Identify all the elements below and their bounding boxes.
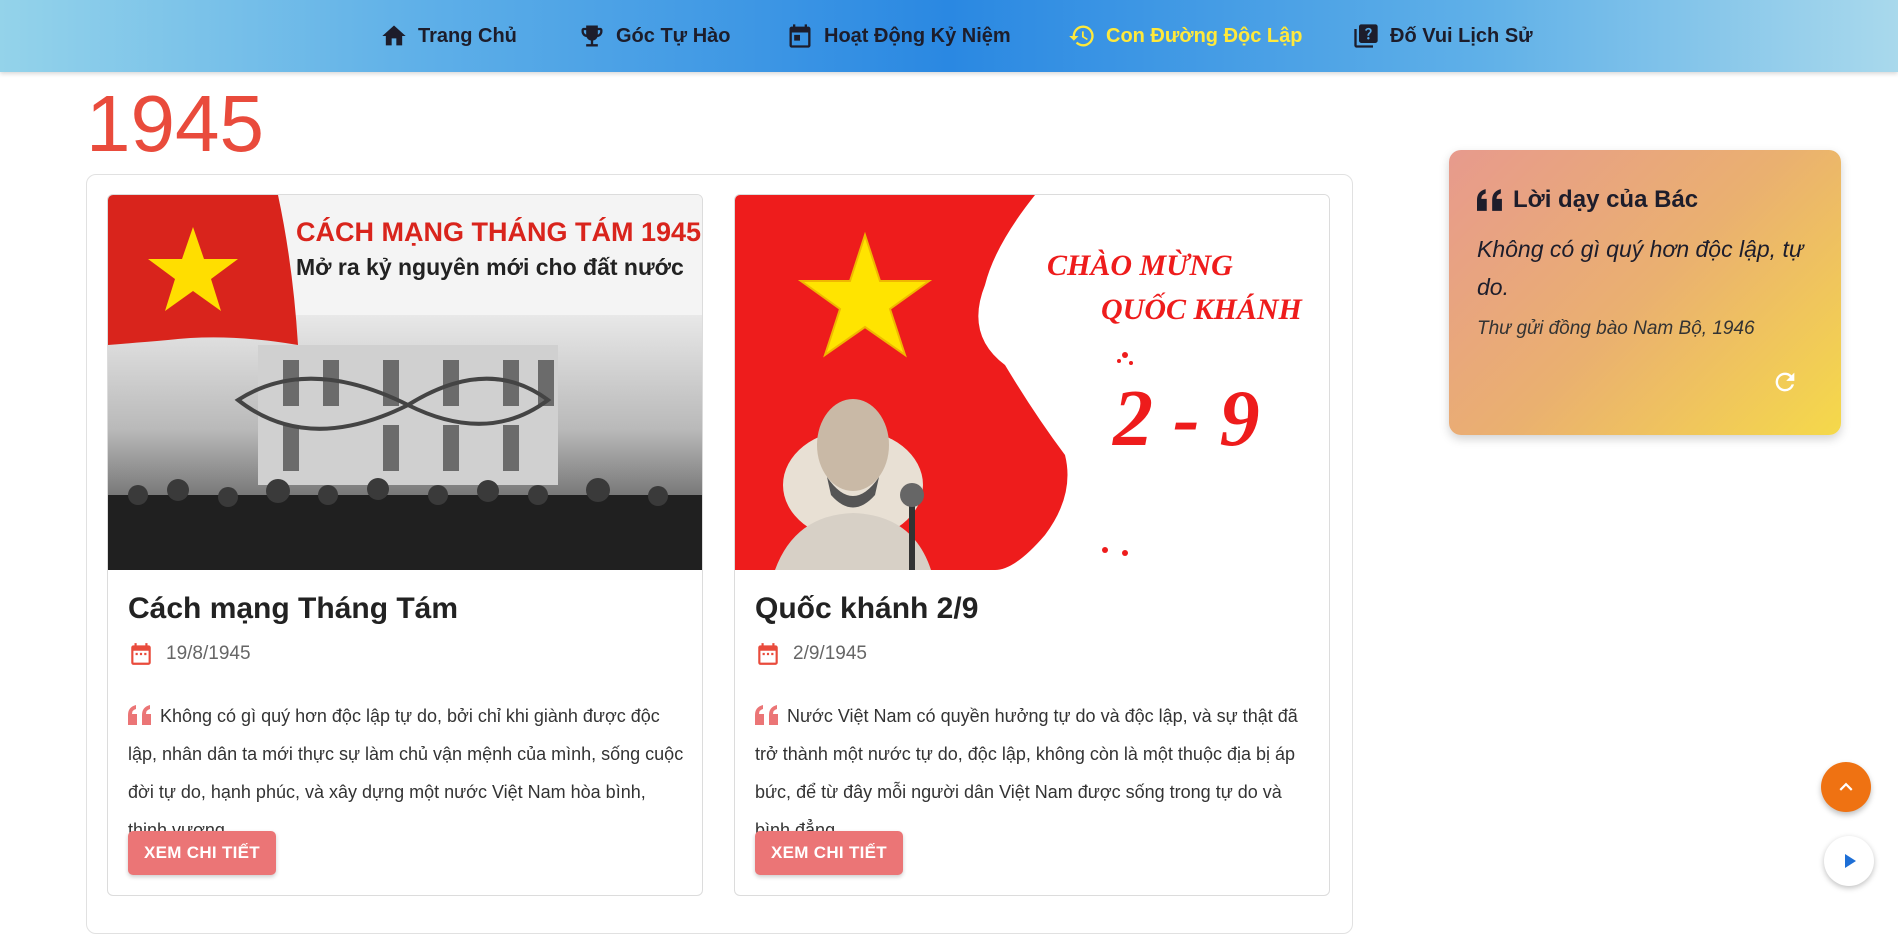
nav-item-goc-tu-hao[interactable]: Góc Tự Hào (578, 0, 731, 72)
calendar-icon (758, 643, 778, 665)
view-details-button[interactable]: XEM CHI TIẾT (128, 831, 276, 875)
view-details-button[interactable]: XEM CHI TIẾT (755, 831, 903, 875)
event-card: CHÀO MỪNG QUỐC KHÁNH 2 - 9 Quốc khánh 2/… (734, 194, 1330, 896)
event-date: 19/8/1945 (128, 641, 251, 667)
chevron-up-icon (1839, 782, 1853, 791)
year-heading: 1945 (86, 79, 264, 168)
play-audio-button[interactable] (1824, 836, 1874, 886)
nav-label: Con Đường Độc Lập (1106, 24, 1303, 47)
nav-item-hoat-dong-ky-niem[interactable]: Hoạt Động Kỷ Niệm (786, 0, 1011, 72)
quote-icon (1477, 189, 1502, 211)
quote-widget-text: Không có gì quý hơn độc lập, tự do. (1477, 236, 1804, 300)
event-image-august-revolution: CÁCH MẠNG THÁNG TÁM 1945 Mở ra kỷ nguyên… (108, 195, 702, 570)
event-quote-text: Không có gì quý hơn độc lập tự do, bởi c… (128, 706, 684, 840)
trophy-icon (581, 25, 603, 47)
quiz-icon (1354, 24, 1378, 48)
top-navigation: Trang Chủ Góc Tự Hào Hoạt Động Kỷ Niệm C… (0, 0, 1898, 72)
history-icon (1069, 25, 1094, 47)
event-date-text: 2/9/1945 (793, 643, 867, 664)
nav-label: Góc Tự Hào (616, 24, 731, 47)
nav-label: Đố Vui Lịch Sử (1390, 24, 1533, 47)
event-title: Quốc khánh 2/9 (755, 592, 979, 625)
quote-widget-header: Lời dạy của Bác (1477, 186, 1698, 214)
refresh-icon[interactable] (1771, 368, 1799, 396)
banner-line-2: Mở ra kỷ nguyên mới cho đất nước (296, 254, 684, 280)
calendar-icon (131, 643, 151, 665)
quote-widget: Lời dạy của Bác Không có gì quý hơn độc … (1449, 150, 1841, 435)
nav-label: Trang Chủ (418, 24, 517, 47)
event-quote: Không có gì quý hơn độc lập tự do, bởi c… (128, 697, 688, 849)
calendar-icon (789, 24, 811, 48)
event-quote-text: Nước Việt Nam có quyền hưởng tự do và độ… (755, 706, 1298, 840)
event-image-national-day: CHÀO MỪNG QUỐC KHÁNH 2 - 9 (735, 195, 1329, 570)
banner-line-2: QUỐC KHÁNH (1101, 292, 1304, 326)
play-icon (1845, 854, 1856, 868)
event-quote: Nước Việt Nam có quyền hưởng tự do và độ… (755, 697, 1315, 849)
quote-widget-source: Thư gửi đồng bào Nam Bộ, 1946 (1477, 318, 1755, 339)
nav-item-do-vui-lich-su[interactable]: Đố Vui Lịch Sử (1352, 0, 1533, 72)
banner-line-3: 2 - 9 (1112, 375, 1260, 463)
banner-line-1: CHÀO MỪNG (1047, 249, 1233, 282)
quote-icon (128, 705, 151, 725)
event-date: 2/9/1945 (755, 641, 867, 667)
event-title: Cách mạng Tháng Tám (128, 592, 459, 625)
nav-item-con-duong-doc-lap[interactable]: Con Đường Độc Lập (1068, 0, 1302, 72)
event-date-text: 19/8/1945 (166, 643, 251, 664)
nav-item-trang-chu[interactable]: Trang Chủ (380, 0, 517, 72)
quote-icon (755, 705, 778, 725)
home-icon (382, 25, 406, 46)
quote-widget-title: Lời dạy của Bác (1513, 186, 1699, 213)
nav-label: Hoạt Động Kỷ Niệm (824, 24, 1011, 47)
banner-line-1: CÁCH MẠNG THÁNG TÁM 1945 (296, 216, 701, 247)
scroll-to-top-button[interactable] (1821, 762, 1871, 812)
event-card: CÁCH MẠNG THÁNG TÁM 1945 Mở ra kỷ nguyên… (107, 194, 703, 896)
